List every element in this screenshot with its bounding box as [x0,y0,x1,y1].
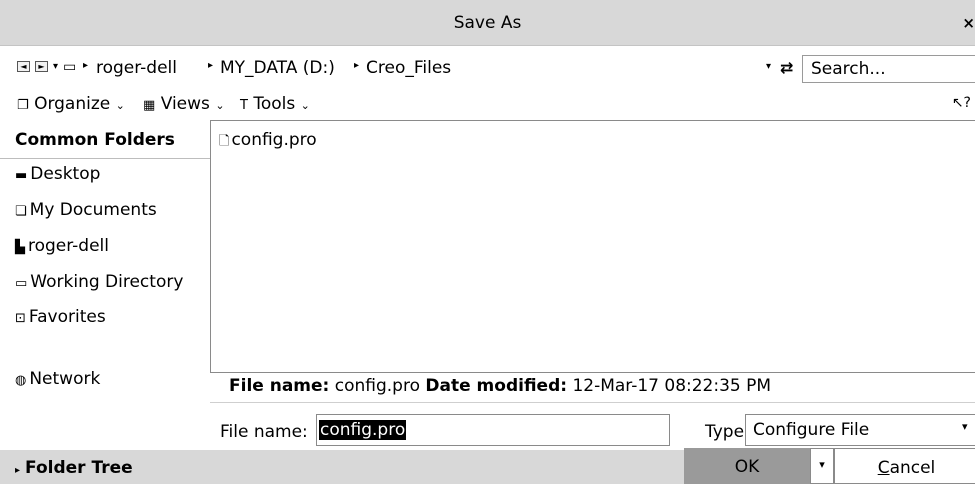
tools-label: Tools [253,94,296,114]
info-file-name-value: config.pro [334,376,420,396]
history-dropdown-icon[interactable]: ▾ [53,61,58,72]
breadcrumb-roger-dell[interactable]: roger-dell [96,58,177,78]
address-bar: ◄ ► ▾ ▭ ▸ roger-dell ▸ MY_DATA (D:) ▸ Cr… [0,52,975,86]
sidebar-item-my-documents[interactable]: ❏ My Documents [15,200,157,220]
type-label: Type [705,422,745,442]
file-name-selection: config.pro [319,420,407,440]
list-item[interactable]: 🗋 config.pro [219,130,317,154]
file-name-label: File name: [220,422,308,442]
sidebar-item-label: My Documents [29,200,157,220]
close-icon[interactable]: × [962,14,975,32]
breadcrumb-my-data[interactable]: MY_DATA (D:) [220,58,335,78]
cancel-label: ancel [889,458,936,478]
views-icon: ▦ [143,98,156,113]
sidebar-item-desktop[interactable]: ▬ Desktop [15,164,100,184]
organize-icon: ❐ [17,98,29,113]
folder-icon: ▭ [63,59,77,75]
file-name: config.pro [231,130,317,150]
sidebar-item-roger-dell[interactable]: ▙ roger-dell [15,236,109,256]
ok-dropdown-icon[interactable]: ▾ [810,448,834,484]
breadcrumb-separator-icon: ▸ [83,60,89,71]
address-dropdown-icon[interactable]: ▾ [766,61,771,72]
sidebar-item-working-directory[interactable]: ▭ Working Directory [15,272,183,292]
info-date-value: 12-Mar-17 08:22:35 PM [572,376,772,396]
title-bar: Save As × [0,0,975,46]
sidebar-item-network[interactable]: ◍ Network [15,369,100,389]
breadcrumb-creo-files[interactable]: Creo_Files [366,58,451,78]
file-name-field[interactable]: config.pro [316,414,670,446]
sidebar-item-label: Working Directory [30,272,184,292]
ok-button[interactable]: OK [684,448,810,484]
cancel-accelerator: C [877,458,890,478]
info-file-name-label: File name: [229,376,330,396]
views-menu[interactable]: ▦ Views ⌄ [143,94,225,114]
file-info: File name: config.pro Date modified: 12-… [229,376,771,396]
expand-icon: ▸ [15,465,21,476]
working-directory-icon: ▭ [15,276,28,291]
folder-tree-label: Folder Tree [25,458,133,478]
window-title: Save As [453,13,522,33]
desktop-icon: ▬ [15,168,28,183]
documents-icon: ❏ [15,204,27,219]
sidebar-heading: Common Folders [15,130,175,150]
tools-icon: T [240,98,248,113]
chevron-down-icon: ⌄ [215,99,225,112]
divider [210,402,975,403]
refresh-icon[interactable]: ⇄ [780,58,793,77]
network-icon: ◍ [15,373,27,388]
chevron-down-icon: ⌄ [300,99,310,112]
sidebar-item-label: Favorites [28,307,106,327]
breadcrumb-separator-icon: ▸ [354,60,360,71]
file-icon: 🗋 [219,134,230,149]
sidebar-item-label: Desktop [30,164,101,184]
cancel-button[interactable]: Cancel [834,448,975,484]
sidebar-item-label: Network [29,369,101,389]
divider [0,158,210,159]
info-date-label: Date modified: [425,376,568,396]
sidebar-item-label: roger-dell [28,236,109,256]
file-list[interactable]: 🗋 config.pro [210,120,975,373]
organize-label: Organize [34,94,111,114]
organize-menu[interactable]: ❐ Organize ⌄ [17,94,125,114]
computer-icon: ▙ [15,240,25,255]
type-select[interactable]: Configure File [745,414,975,446]
tools-menu[interactable]: T Tools ⌄ [240,94,310,114]
type-dropdown-icon[interactable]: ▾ [962,420,968,433]
search-input[interactable]: Search... [802,55,975,83]
sidebar-item-favorites[interactable]: ⊡ Favorites [15,307,106,327]
breadcrumb-separator-icon: ▸ [208,60,214,71]
chevron-down-icon: ⌄ [115,99,125,112]
favorites-icon: ⊡ [15,311,26,326]
toolbar: ❐ Organize ⌄ ▦ Views ⌄ T Tools ⌄ ↖? [0,90,975,120]
views-label: Views [160,94,210,114]
back-icon[interactable]: ◄ [17,61,30,72]
sidebar: Common Folders ▬ Desktop ❏ My Documents ▙ r… [0,120,210,450]
folder-tree-toggle[interactable]: ▸ Folder Tree [15,458,133,478]
forward-icon[interactable]: ► [35,61,48,72]
help-pointer-icon[interactable]: ↖? [952,95,971,111]
